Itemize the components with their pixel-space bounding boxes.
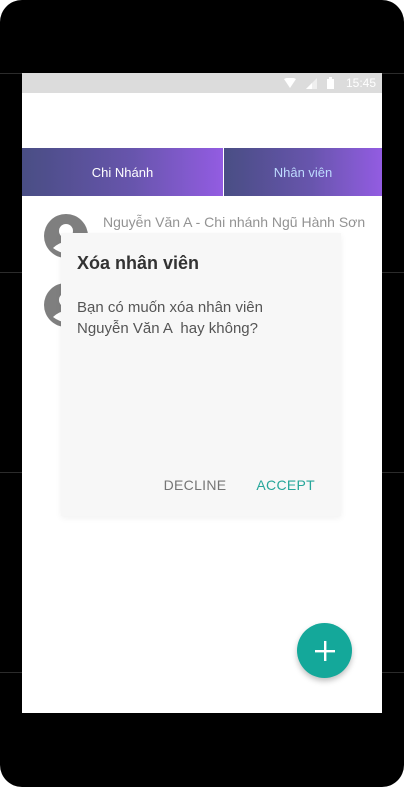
app-screen: 15:45 Chi Nhánh Nhân viên Nguyễn Văn A -… bbox=[22, 73, 382, 713]
add-employee-button[interactable] bbox=[297, 623, 352, 678]
phone-frame: 15:45 Chi Nhánh Nhân viên Nguyễn Văn A -… bbox=[0, 0, 404, 787]
plus-icon bbox=[314, 640, 335, 661]
dialog-message: Bạn có muốn xóa nhân viên Nguyễn Văn A h… bbox=[77, 297, 317, 339]
accept-button[interactable]: ACCEPT bbox=[256, 477, 315, 493]
dialog-message-line: Nguyễn Văn A hay không? bbox=[77, 320, 258, 337]
decline-button[interactable]: DECLINE bbox=[164, 477, 227, 493]
dialog-actions: DECLINE ACCEPT bbox=[164, 477, 315, 493]
dialog-message-line: Bạn có muốn xóa nhân viên bbox=[77, 299, 263, 316]
dialog-title: Xóa nhân viên bbox=[77, 253, 200, 273]
delete-employee-dialog: Xóa nhân viên Bạn có muốn xóa nhân viên … bbox=[61, 233, 341, 516]
